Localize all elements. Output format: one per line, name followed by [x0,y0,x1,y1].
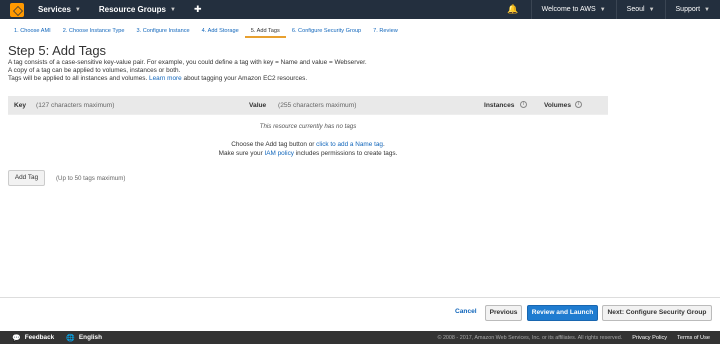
nav-right-group: 🔔 Welcome to AWS ▼ Seoul ▼ Support ▼ [495,0,720,19]
chevron-down-icon: ▼ [704,6,710,13]
previous-button[interactable]: Previous [485,305,522,321]
desc-line-3-text: Tags will be applied to all instances an… [8,75,148,83]
key-column-hint: (127 characters maximum) [36,101,115,109]
choose-text: Choose the Add tag button or [231,141,315,148]
info-icon[interactable]: i [520,101,527,108]
copyright-text: © 2008 - 2017, Amazon Web Services, Inc.… [437,334,623,341]
support-label: Support [675,6,701,13]
tab-configure-instance[interactable]: 3. Configure Instance [130,26,195,38]
services-menu[interactable]: Services ▼ [38,5,81,14]
next-configure-security-group-button[interactable]: Next: Configure Security Group [602,305,712,321]
services-label: Services [38,5,71,14]
tags-table-header: Key (127 characters maximum) Value (255 … [8,96,608,114]
feedback-label: Feedback [24,334,55,341]
bell-icon[interactable]: 🔔 [495,4,530,15]
step-description: A tag consists of a case-sensitive key-v… [8,59,367,84]
feedback-button[interactable]: 💬 Feedback [12,334,54,342]
iam-line: Make sure your IAM policy includes permi… [8,149,608,158]
globe-icon: 🌐 [66,334,75,342]
add-tag-button[interactable]: Add Tag [8,170,45,186]
choose-line: Choose the Add tag button or click to ad… [8,140,608,149]
tab-choose-instance-type[interactable]: 2. Choose Instance Type [57,26,131,38]
value-column-header: Value [249,101,267,109]
iam-policy-link[interactable]: IAM policy [264,150,293,157]
desc-line-1: A tag consists of a case-sensitive key-v… [8,59,367,66]
volumes-column-header: Volumes [544,101,571,109]
learn-more-link[interactable]: Learn more [149,75,182,82]
chevron-down-icon: ▼ [170,6,176,13]
tab-configure-security-group[interactable]: 6. Configure Security Group [286,26,367,38]
chevron-down-icon: ▼ [648,6,655,13]
page-title: Step 5: Add Tags [8,43,107,58]
region-menu[interactable]: Seoul ▼ [615,0,665,19]
account-label: Welcome to AWS [541,6,596,13]
iam-post-text: includes permissions to create tags. [295,150,398,157]
account-menu[interactable]: Welcome to AWS ▼ [530,0,616,19]
region-label: Seoul [626,6,645,13]
speech-bubble-icon: 💬 [12,334,21,342]
review-and-launch-button[interactable]: Review and Launch [527,305,598,321]
instances-column-header: Instances [484,101,515,109]
add-tag-hint: (Up to 50 tags maximum) [56,175,126,182]
desc-line-3-tail: about tagging your Amazon EC2 resources. [183,75,308,83]
language-selector[interactable]: 🌐 English [66,334,102,342]
chevron-down-icon: ▼ [74,6,81,13]
footer-bar: 💬 Feedback 🌐 English © 2008 - 2017, Amaz… [0,331,720,344]
aws-logo-icon[interactable] [10,2,24,17]
support-menu[interactable]: Support ▼ [664,0,720,19]
top-navigation-bar: Services ▼ Resource Groups ▼ ✚ 🔔 Welcome… [0,0,720,19]
add-name-tag-link[interactable]: click to add a Name tag [316,141,383,148]
info-icon[interactable]: i [575,101,582,108]
empty-tags-message: This resource currently has no tags [259,123,357,130]
desc-line-2: A copy of a tag can be applied to volume… [8,67,181,75]
pin-icon[interactable]: ✚ [194,4,202,15]
value-column-hint: (255 characters maximum) [278,101,357,109]
desc-line-3: Tags will be applied to all instances an… [8,75,367,83]
key-column-header: Key [14,101,27,109]
choose-end: . [382,141,385,148]
chevron-down-icon: ▼ [599,6,606,13]
iam-pre-text: Make sure your [218,150,263,157]
privacy-policy-link[interactable]: Privacy Policy [632,335,667,341]
add-tag-instructions: Choose the Add tag button or click to ad… [8,140,608,158]
tab-add-tags[interactable]: 5. Add Tags [244,26,286,38]
tab-choose-ami[interactable]: 1. Choose AMI [8,26,57,38]
actions-divider [0,297,720,298]
cancel-link[interactable]: Cancel [455,308,477,315]
terms-of-use-link[interactable]: Terms of Use [677,335,710,341]
resource-groups-menu[interactable]: Resource Groups ▼ [99,5,176,14]
resource-groups-label: Resource Groups [98,5,167,14]
table-divider [8,114,608,115]
tab-review[interactable]: 7. Review [367,26,404,38]
wizard-steps: 1. Choose AMI 2. Choose Instance Type 3.… [8,26,404,38]
language-label: English [78,334,103,341]
tab-add-storage[interactable]: 4. Add Storage [196,26,245,38]
